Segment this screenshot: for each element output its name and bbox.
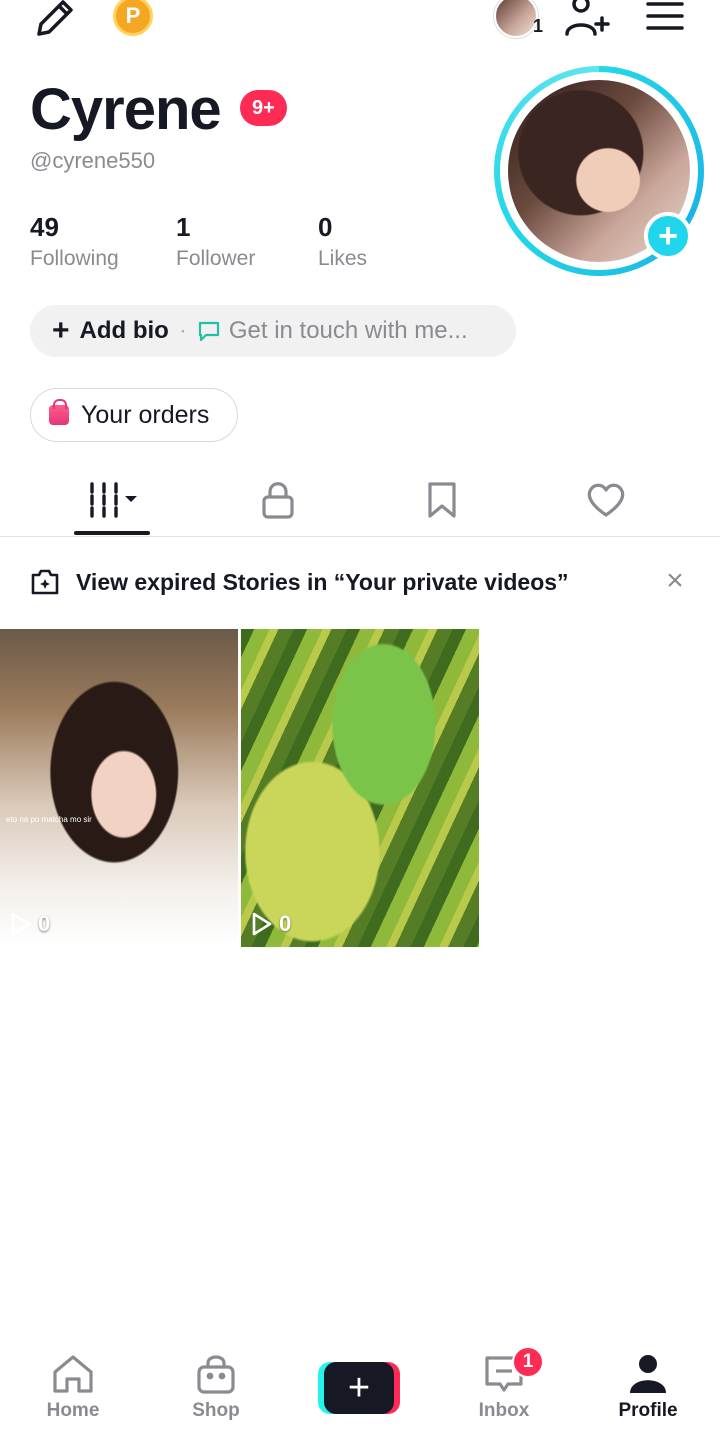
edit-icon[interactable]: [32, 0, 78, 36]
tab-liked[interactable]: [568, 465, 644, 535]
stat-label: Following: [30, 247, 119, 270]
heart-icon: [587, 483, 625, 517]
nav-label: Inbox: [478, 1400, 530, 1421]
view-count: 0: [10, 911, 50, 937]
stat-followers[interactable]: 1 Follower: [176, 212, 255, 271]
stat-label: Follower: [176, 247, 256, 270]
view-count: 0: [251, 911, 291, 937]
add-friend-icon[interactable]: [564, 0, 610, 36]
play-icon: [11, 912, 31, 936]
video-caption: eto na po matcha mo sir: [6, 815, 92, 824]
add-story-plus-icon[interactable]: +: [644, 212, 692, 260]
play-icon: [252, 912, 272, 936]
banner-text: View expired Stories in “Your private vi…: [76, 569, 569, 595]
tab-private[interactable]: [240, 465, 316, 535]
friends-avatar-button[interactable]: 1: [486, 0, 546, 38]
videos-grid-icon: [90, 482, 137, 518]
stat-value: 49: [30, 212, 59, 242]
nav-label: Shop: [192, 1400, 240, 1421]
create-button[interactable]: +: [318, 1362, 400, 1414]
friend-count: 1: [533, 16, 544, 36]
friend-avatar: [494, 0, 538, 38]
active-tab-indicator: [74, 531, 150, 535]
shopping-bag-icon: [49, 399, 69, 425]
bio-separator: ·: [178, 317, 187, 344]
close-icon[interactable]: ×: [662, 566, 688, 596]
inbox-badge: 1: [512, 1346, 544, 1378]
plus-icon: +: [324, 1362, 394, 1414]
stat-value: 1: [176, 212, 191, 242]
stat-label: Likes: [318, 247, 368, 270]
stat-likes[interactable]: 0 Likes: [318, 212, 367, 271]
home-icon: [53, 1355, 93, 1393]
stat-value: 0: [318, 212, 333, 242]
bookmark-icon: [428, 482, 456, 518]
video-tile[interactable]: 0: [241, 629, 479, 947]
video-tile[interactable]: eto na po matcha mo sir 0: [0, 629, 238, 947]
chat-bubble-icon: [197, 319, 221, 343]
plus-icon: +: [52, 314, 70, 347]
tab-videos[interactable]: [74, 465, 150, 535]
contact-label: Get in touch with me...: [228, 317, 468, 344]
nav-label: Home: [46, 1400, 100, 1421]
profile-tabs: [0, 465, 720, 537]
view-count-value: 0: [38, 911, 51, 936]
view-count-value: 0: [279, 911, 292, 936]
story-camera-icon: [30, 568, 60, 601]
profile-icon: [630, 1355, 666, 1393]
orders-label: Your orders: [81, 400, 210, 429]
nav-home[interactable]: Home: [18, 1354, 128, 1422]
profile-name: Cyrene: [30, 77, 222, 142]
nav-shop[interactable]: Shop: [161, 1354, 271, 1422]
nav-label: Profile: [618, 1400, 678, 1421]
menu-icon[interactable]: [646, 0, 684, 32]
profile-handle: @cyrene550: [30, 148, 156, 173]
stat-following[interactable]: 49 Following: [30, 212, 119, 271]
bio-pill[interactable]: + Add bio · Get in touch with me...: [30, 305, 516, 357]
coin-letter: P: [125, 3, 141, 28]
shop-bag-icon: [197, 1355, 235, 1394]
tab-saved[interactable]: [404, 465, 480, 535]
notification-badge[interactable]: 9+: [240, 90, 287, 126]
lock-icon: [262, 482, 294, 519]
bottom-nav: Home Shop + Inbox Profile: [0, 1340, 720, 1448]
nav-profile[interactable]: Profile: [593, 1354, 703, 1422]
your-orders-button[interactable]: Your orders: [30, 388, 238, 442]
coin-icon[interactable]: P: [113, 0, 153, 36]
add-bio-label: Add bio: [79, 317, 169, 344]
